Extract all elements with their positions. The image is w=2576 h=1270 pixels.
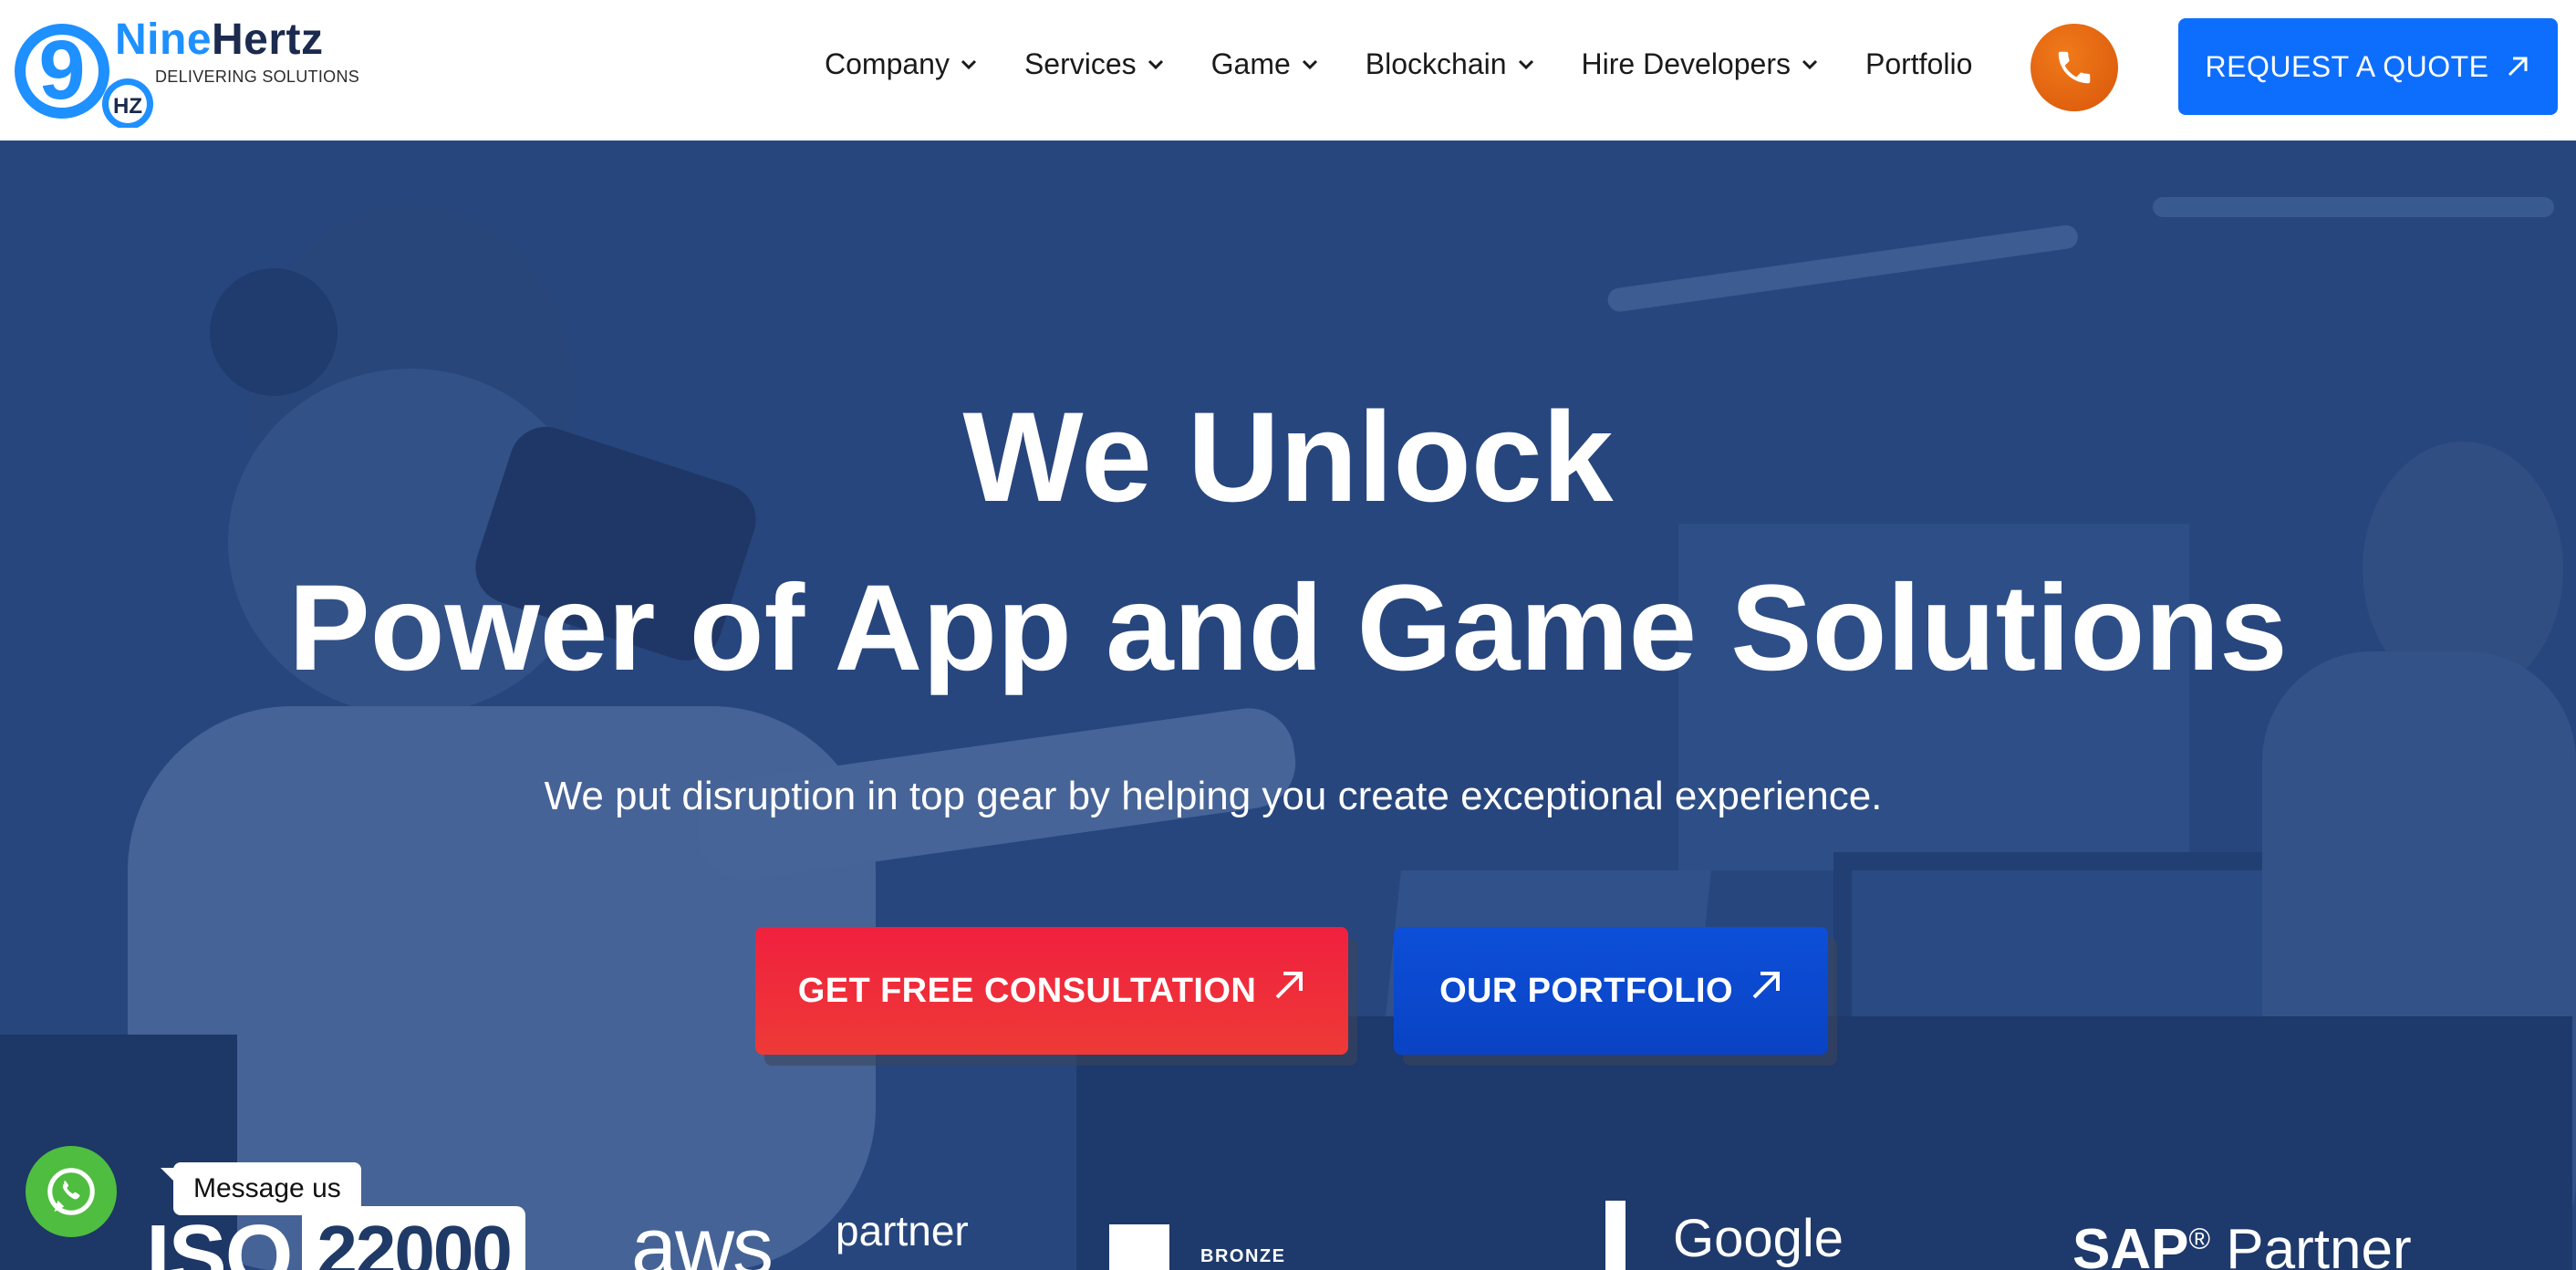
hero-title-line2: Power of App and Game Solutions xyxy=(288,560,2288,696)
bronze-text: BRONZE xyxy=(1200,1246,1286,1266)
iso-22000-logo: ISO 22000 xyxy=(146,1206,525,1270)
nav-item-game[interactable]: Game xyxy=(1211,47,1320,81)
hero-background-image xyxy=(0,141,2576,1270)
iso-number: 22000 xyxy=(302,1206,525,1270)
aws-logo: aws xyxy=(631,1202,774,1270)
sap-text: SAP xyxy=(2072,1218,2189,1270)
get-free-consultation-label: GET FREE CONSULTATION xyxy=(797,971,1257,1010)
phone-icon xyxy=(2058,51,2091,84)
sap-partner-text: Partner xyxy=(2210,1218,2412,1270)
ninehertz-logo[interactable]: 9 HZ NineHertz DELIVERING SOLUTIONS xyxy=(11,13,360,128)
get-free-consultation-button[interactable]: GET FREE CONSULTATION xyxy=(755,927,1348,1055)
logo-name: NineHertz xyxy=(115,15,324,65)
main-nav: Company Services Game Blockchain Hire De… xyxy=(825,40,1972,88)
arrow-up-right-icon xyxy=(2508,57,2528,77)
google-logo: Google xyxy=(1673,1209,1844,1268)
nav-item-company[interactable]: Company xyxy=(825,47,979,81)
whatsapp-button[interactable] xyxy=(26,1146,117,1237)
nav-item-blockchain[interactable]: Blockchain xyxy=(1366,47,1536,81)
our-portfolio-label: OUR PORTFOLIO xyxy=(1439,971,1733,1010)
arrow-up-right-icon xyxy=(1275,972,1304,999)
hero-subtitle: We put disruption in top gear by helping… xyxy=(544,774,1883,818)
request-quote-label: REQUEST A QUOTE xyxy=(2205,49,2489,83)
nav-item-services[interactable]: Services xyxy=(1024,47,1166,81)
hero-title-line1: We Unlock xyxy=(962,385,1614,528)
request-quote-button[interactable]: REQUEST A QUOTE xyxy=(2178,18,2558,115)
nav-item-hire-developers[interactable]: Hire Developers xyxy=(1582,47,1820,81)
nav-item-label: Company xyxy=(825,47,950,80)
phone-button[interactable] xyxy=(2031,24,2118,111)
nav-item-label: Services xyxy=(1023,47,1137,80)
chevron-down-icon xyxy=(1802,59,1818,70)
nav-item-label: Blockchain xyxy=(1365,47,1507,80)
arrow-up-right-icon xyxy=(1752,972,1780,999)
bronze-badge-icon xyxy=(1109,1224,1169,1270)
hero-section: We Unlock Power of App and Game Solution… xyxy=(0,141,2576,1270)
site-header: 9 HZ NineHertz DELIVERING SOLUTIONS Comp… xyxy=(0,0,2576,141)
iso-text: ISO xyxy=(146,1207,293,1270)
svg-text:9: 9 xyxy=(38,24,85,117)
chevron-down-icon xyxy=(1518,59,1533,70)
nav-item-label: Game xyxy=(1210,47,1291,80)
nav-item-portfolio[interactable]: Portfolio xyxy=(1865,47,1972,81)
logo-tagline: DELIVERING SOLUTIONS xyxy=(155,68,360,86)
whatsapp-message-label[interactable]: Message us xyxy=(161,1162,361,1215)
chevron-down-icon xyxy=(1148,59,1163,70)
logo-name-nine: Nine xyxy=(115,16,213,64)
sap-partner-logo: SAP® Partner xyxy=(2072,1217,2412,1270)
whatsapp-icon xyxy=(47,1168,95,1215)
aws-partner-text: partner xyxy=(836,1207,969,1254)
nav-item-label: Portfolio xyxy=(1864,47,1973,80)
partner-logos-strip: ISO 22000 aws partner BRONZE Google SAP® … xyxy=(0,1201,2576,1270)
svg-text:HZ: HZ xyxy=(113,94,142,119)
google-logo-bar-icon xyxy=(1605,1201,1626,1270)
sap-registered-mark: ® xyxy=(2188,1222,2211,1255)
nav-item-label: Hire Developers xyxy=(1581,47,1791,80)
chevron-down-icon xyxy=(961,59,977,70)
our-portfolio-button[interactable]: OUR PORTFOLIO xyxy=(1394,927,1828,1055)
chevron-down-icon xyxy=(1302,59,1317,70)
logo-name-hertz: Hertz xyxy=(212,16,324,64)
